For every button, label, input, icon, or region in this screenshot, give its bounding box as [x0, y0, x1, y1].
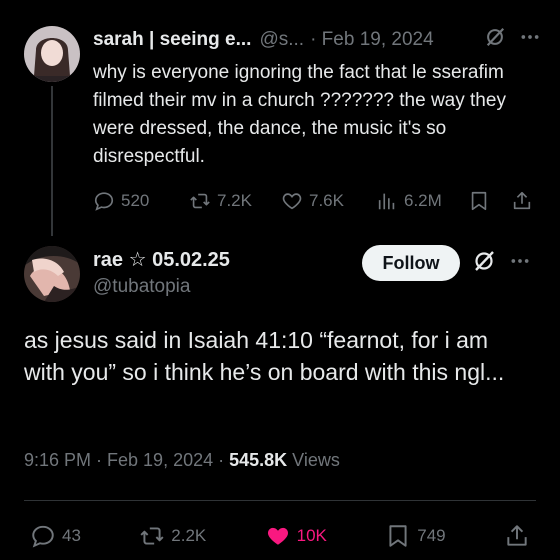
tweet2-actions: 43 2.2K 10K 749: [30, 520, 530, 552]
thread-connector-line: [51, 86, 53, 236]
share-icon[interactable]: [504, 523, 530, 549]
tweet1-date[interactable]: · Feb 19, 2024: [310, 29, 434, 51]
views-icon: [378, 193, 395, 210]
tweet1-header: sarah | seeing e... @s... · Feb 19, 2024: [93, 26, 540, 54]
retweet-icon: [190, 193, 210, 209]
tweet1-author-name[interactable]: sarah | seeing e...: [93, 29, 251, 51]
tweet2-view-count: 545.8K: [229, 450, 288, 470]
tweet2-author-handle[interactable]: @tubatopia: [93, 276, 190, 298]
follow-button[interactable]: Follow: [362, 245, 460, 281]
grok-icon[interactable]: [484, 26, 506, 54]
tweet2-like-button[interactable]: 10K: [265, 523, 327, 549]
avatar-sarah[interactable]: [24, 26, 80, 82]
like-icon: [267, 527, 288, 545]
tweet1-header-icons: [484, 26, 540, 54]
tweet2-reply-button[interactable]: 43: [30, 523, 81, 549]
grok-icon[interactable]: [472, 249, 496, 278]
more-icon[interactable]: [520, 27, 540, 53]
tweet2-timestamp[interactable]: 9:16 PM · Feb 19, 2024 ·: [24, 450, 224, 471]
tweet1-view-count: 6.2M: [404, 191, 442, 210]
divider: [24, 500, 536, 501]
avatar-rae[interactable]: [24, 246, 80, 302]
tweet2-bookmark-button[interactable]: 749: [385, 523, 446, 549]
tweet2-meta: 9:16 PM · Feb 19, 2024 · 545.8K Views: [24, 450, 340, 471]
tweet1-views-button[interactable]: 6.2M: [376, 190, 442, 212]
tweet1-reply-count: 520: [121, 191, 150, 210]
tweet2-views-label: Views: [292, 450, 340, 470]
tweet2-text: as jesus said in Isaiah 41:10 “fearnot, …: [24, 327, 505, 385]
tweet1-author-handle[interactable]: @s...: [259, 29, 304, 51]
tweet1-like-count: 7.6K: [309, 191, 344, 210]
share-icon[interactable]: [511, 190, 533, 212]
like-icon: [282, 193, 302, 210]
tweet1-retweet-button[interactable]: 7.2K: [189, 190, 252, 212]
retweet-icon: [140, 527, 164, 545]
tweet1-actions: 520 7.2K 7.6K 6.2M: [93, 186, 535, 216]
tweet1-like-button[interactable]: 7.6K: [281, 190, 344, 212]
tweet1-reply-button[interactable]: 520: [93, 190, 149, 212]
tweet2-header-icons: [472, 249, 530, 277]
tweet2-bookmark-count: 749: [417, 526, 446, 545]
bookmark-icon: [389, 525, 407, 547]
tweet2-reply-count: 43: [62, 526, 81, 545]
tweet2-author-name[interactable]: rae ☆ 05.02.25: [93, 247, 230, 272]
reply-icon: [32, 525, 54, 548]
bookmark-icon[interactable]: [468, 190, 490, 212]
reply-icon: [94, 192, 114, 211]
tweet2-like-count: 10K: [296, 526, 327, 545]
tweet2-retweet-count: 2.2K: [171, 526, 207, 545]
tweet1-text: why is everyone ignoring the fact that l…: [93, 62, 506, 167]
more-icon[interactable]: [510, 251, 530, 276]
tweet1-retweet-count: 7.2K: [217, 191, 252, 210]
tweet2-retweet-button[interactable]: 2.2K: [139, 523, 206, 549]
